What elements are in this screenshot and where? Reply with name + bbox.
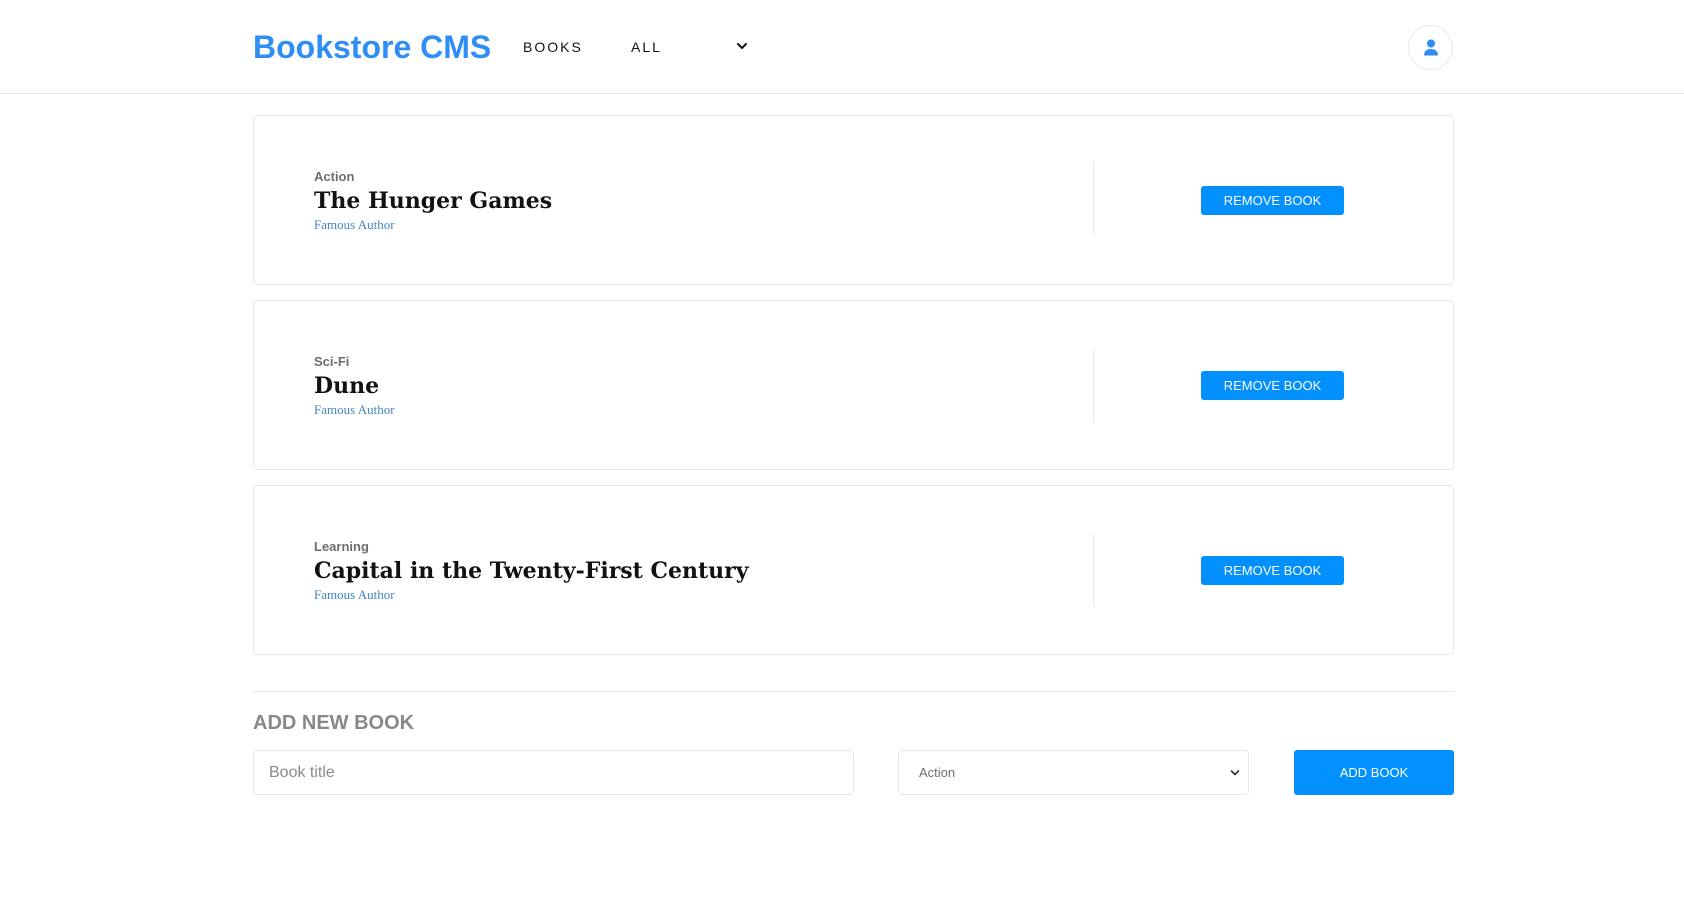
book-card: Sci-Fi Dune Famous Author REMOVE BOOK [253,300,1454,470]
brand-title[interactable]: Bookstore CMS [253,28,491,66]
header-bar: Bookstore CMS BOOKS ALL [0,0,1684,94]
book-genre: Action [314,169,355,184]
remove-book-button[interactable]: REMOVE BOOK [1201,556,1344,585]
remove-book-button[interactable]: REMOVE BOOK [1201,371,1344,400]
book-card: Learning Capital in the Twenty-First Cen… [253,485,1454,655]
add-book-heading: ADD NEW BOOK [253,712,415,734]
book-card: Action The Hunger Games Famous Author RE… [253,115,1454,285]
book-title: The Hunger Games [314,188,553,214]
book-title-input[interactable] [253,750,854,795]
book-list: Action The Hunger Games Famous Author RE… [253,115,1454,670]
book-author-link[interactable]: Famous Author [314,216,395,234]
user-icon [1424,39,1438,56]
card-divider [1093,534,1094,605]
chevron-down-icon [737,43,747,49]
book-genre: Sci-Fi [314,354,350,369]
add-book-button[interactable]: ADD BOOK [1294,750,1454,795]
book-genre: Learning [314,539,369,554]
user-profile-button[interactable] [1408,25,1453,70]
remove-book-button[interactable]: REMOVE BOOK [1201,186,1344,215]
card-divider [1093,349,1094,420]
form-divider [253,691,1454,692]
chevron-down-icon [1230,770,1240,776]
app-page: Bookstore CMS BOOKS ALL Action The Hunge… [0,0,1684,905]
card-divider [1093,164,1094,235]
book-title: Dune [314,373,380,399]
nav-books-link[interactable]: BOOKS [523,38,583,56]
book-author-link[interactable]: Famous Author [314,401,395,419]
book-author-link[interactable]: Famous Author [314,586,395,604]
category-filter-label: ALL [631,39,662,55]
category-selected-value: Action [919,765,956,780]
book-title: Capital in the Twenty-First Century [314,558,749,584]
category-select[interactable]: Action [898,750,1249,795]
category-filter-dropdown[interactable]: ALL [631,36,749,58]
